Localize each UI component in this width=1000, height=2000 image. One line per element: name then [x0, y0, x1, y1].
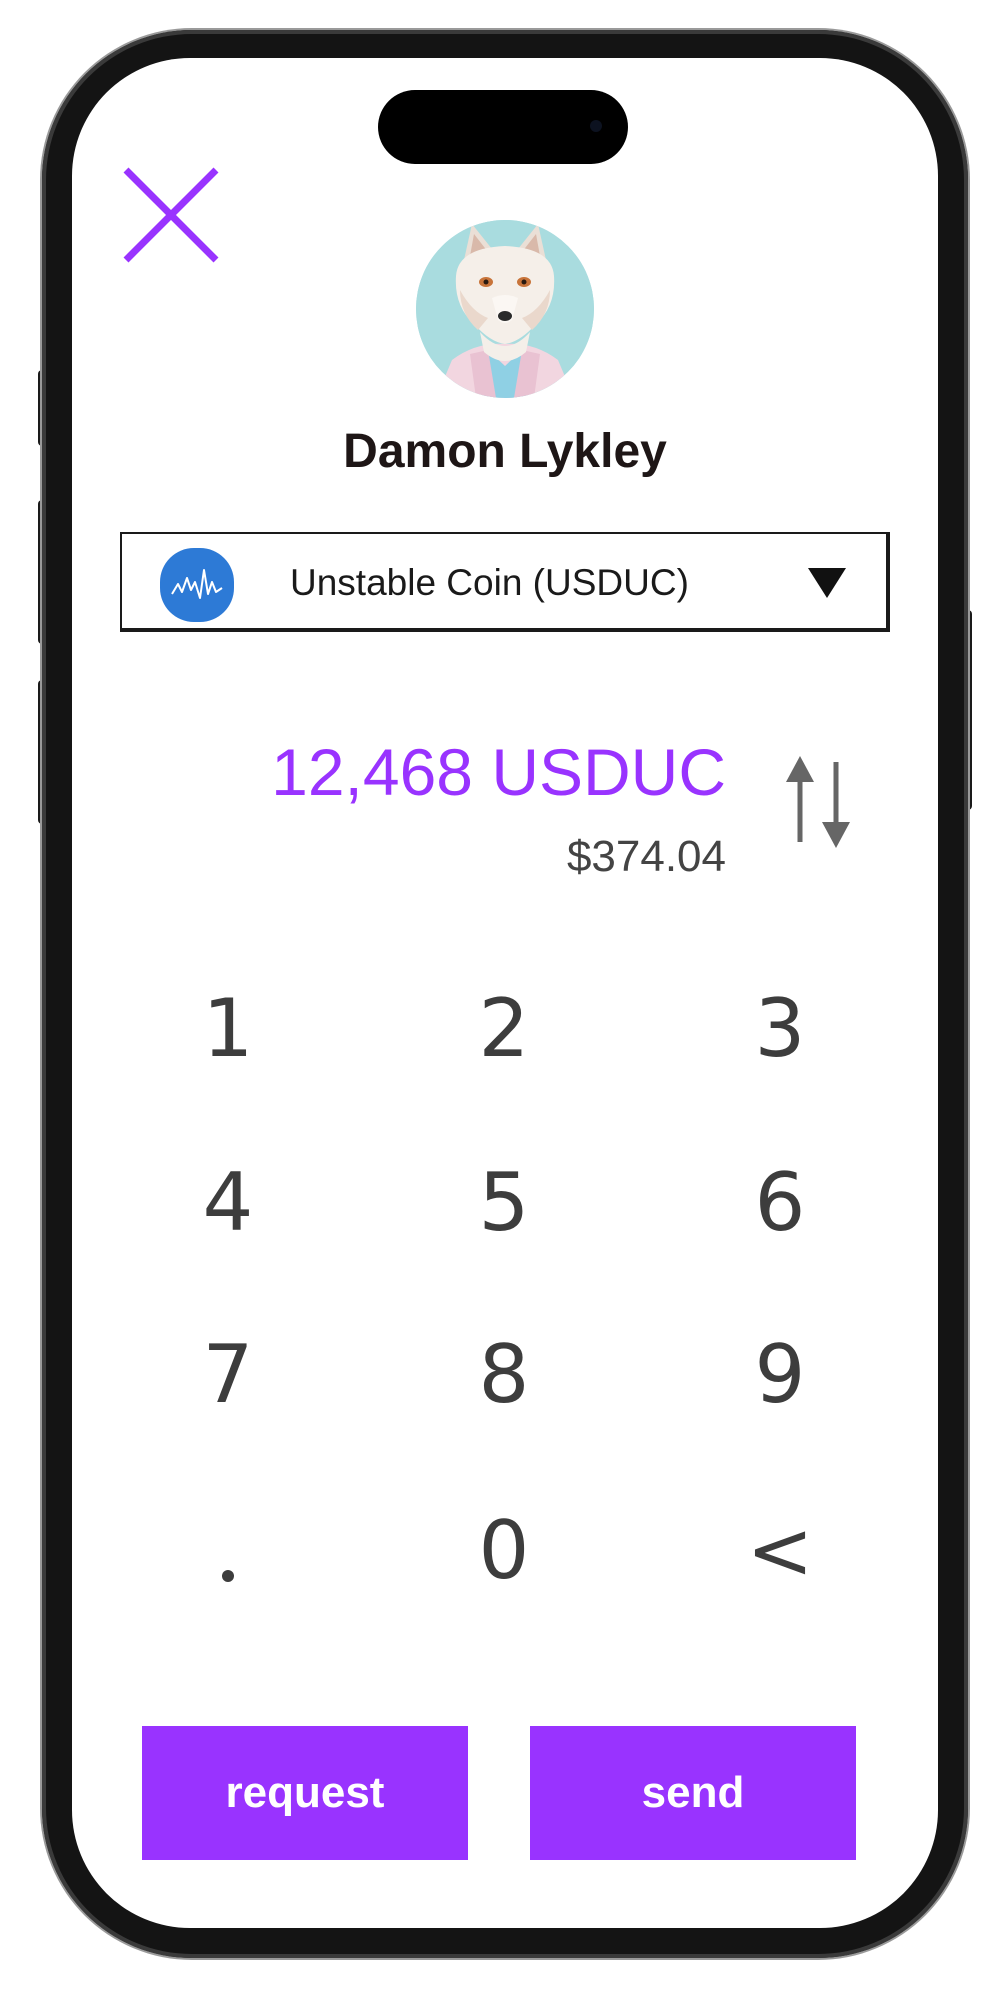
decimal-point-icon [222, 1570, 234, 1582]
keypad-key-6[interactable]: 6 [700, 1148, 860, 1258]
keypad-key-1[interactable]: 1 [148, 974, 308, 1084]
app-stage: Damon Lykley Unstable Coin (USDUC) 12,46… [0, 0, 1000, 2000]
keypad-key-5[interactable]: 5 [424, 1148, 584, 1258]
coin-selector-dropdown[interactable]: Unstable Coin (USDUC) [120, 532, 890, 632]
camera-icon [590, 120, 602, 132]
close-icon [123, 167, 219, 263]
request-button[interactable]: request [142, 1726, 468, 1860]
phone-screen: Damon Lykley Unstable Coin (USDUC) 12,46… [72, 58, 938, 1928]
dynamic-island [378, 90, 628, 164]
keypad-key-8[interactable]: 8 [424, 1320, 584, 1430]
fox-avatar-icon [416, 220, 594, 398]
keypad-key-3[interactable]: 3 [700, 974, 860, 1084]
keypad-key-decimal[interactable] [148, 1496, 308, 1606]
close-button[interactable] [120, 164, 222, 266]
recipient-name: Damon Lykley [343, 425, 667, 478]
recipient-avatar [416, 220, 594, 398]
amount-value: 12,468 USDUC [271, 735, 726, 809]
amount-fiat-value: $374.04 [566, 832, 726, 881]
keypad-key-0[interactable]: 0 [424, 1496, 584, 1606]
chart-wave-icon [171, 569, 223, 599]
keypad-key-9[interactable]: 9 [700, 1320, 860, 1430]
swap-vertical-icon [786, 756, 850, 848]
keypad-key-4[interactable]: 4 [148, 1148, 308, 1258]
send-button[interactable]: send [530, 1726, 856, 1860]
coin-selector-label: Unstable Coin (USDUC) [290, 562, 689, 603]
keypad-key-7[interactable]: 7 [148, 1320, 308, 1430]
triangle-down-icon [808, 568, 846, 598]
coin-logo [160, 548, 234, 622]
keypad-key-2[interactable]: 2 [424, 974, 584, 1084]
swap-currency-button[interactable] [778, 754, 858, 850]
keypad-key-backspace[interactable]: < [700, 1496, 860, 1606]
